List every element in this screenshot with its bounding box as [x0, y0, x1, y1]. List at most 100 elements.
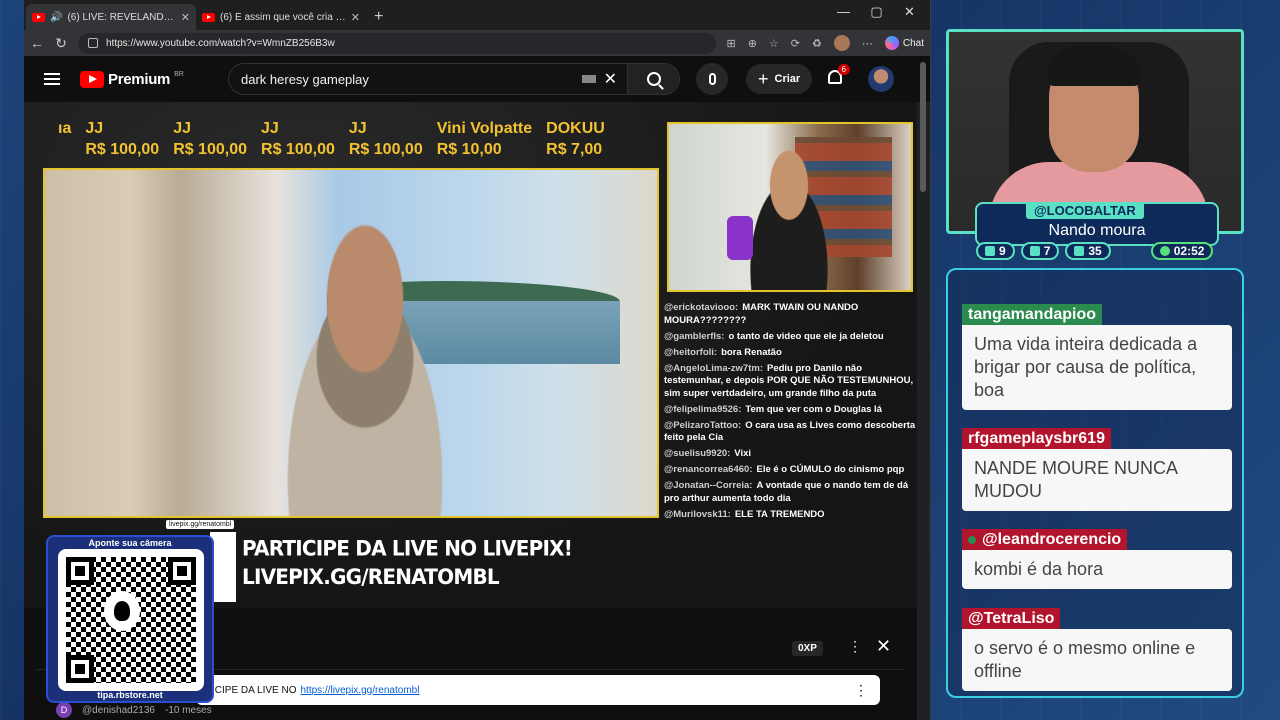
qr-center-logo [104, 591, 140, 631]
youtube-play-icon [80, 70, 104, 88]
donation-amount: R$ 10,00 [436, 141, 502, 158]
stream-chat-message: @erickotaviooo: MARK TWAIN OU NANDO MOURA… [664, 302, 916, 327]
voice-search-button[interactable] [696, 63, 728, 95]
commenter-name[interactable]: @denishad2136 [82, 705, 155, 716]
video-player[interactable]: ıa JJ R$ 100,00 JJ R$ 100,00 JJ R$ 100,00 JJ R$ … [24, 102, 917, 608]
close-tab-icon[interactable]: ✕ [351, 11, 360, 24]
reload-icon[interactable]: ↻ [54, 35, 68, 52]
pinned-link[interactable]: https://livepix.gg/renatombl [300, 685, 419, 696]
commenter-time: -10 meses [165, 704, 212, 716]
clear-search-icon[interactable]: ✕ [604, 69, 617, 89]
host-person [729, 134, 849, 290]
plus-icon: + [758, 68, 769, 89]
chat-user: @Murilovsk11: [664, 508, 731, 520]
create-button[interactable]: + Criar [746, 64, 813, 94]
qr-finder [66, 557, 94, 585]
donor-name: JJ [173, 120, 191, 137]
copilot-chat-button[interactable]: Chat [884, 36, 924, 50]
livepix-tooltip: livepix.gg/renatombl [166, 520, 235, 529]
create-label: Criar [774, 73, 801, 85]
xp-badge[interactable]: 0XP [792, 641, 823, 656]
chat-user: @Jonatan--Correia: [664, 480, 753, 491]
streamer-name: Nando moura [1048, 222, 1146, 239]
zoom-icon[interactable]: ⊕ [748, 37, 757, 50]
extensions-icon[interactable]: ⟳ [791, 37, 800, 50]
stream-chat-message: @PelizaroTattoo: O cara usa as Lives como… [664, 420, 916, 445]
commenter-avatar[interactable]: D [56, 702, 72, 718]
chat-username-wrap: @leandrocerencio [962, 529, 1128, 550]
more-options-icon[interactable]: ⋮ [848, 638, 862, 655]
keyboard-icon[interactable] [581, 75, 596, 83]
favorite-star-icon[interactable]: ☆ [769, 37, 779, 50]
guest-camera [43, 168, 659, 518]
pinned-text: ICIPE DA LIVE NO [212, 684, 297, 696]
apps-icon[interactable]: ⊞ [726, 37, 735, 50]
site-info-icon[interactable] [88, 38, 98, 48]
youtube-viewers-stat: 7 [1020, 242, 1060, 260]
pinned-menu-icon[interactable]: ⋮ [854, 682, 868, 699]
stats-row: 9 7 35 02:52 [976, 242, 1214, 260]
donor-name: ıa [58, 120, 72, 137]
pinned-message: ICIPE DA LIVE NO https://livepix.gg/rena… [196, 675, 880, 705]
chat-text: o servo é o mesmo online e offline [962, 629, 1232, 691]
chat-commenter: D @denishad2136 -10 meses [56, 702, 212, 718]
brand-label: Premium [108, 70, 171, 88]
host-microphone [727, 216, 753, 260]
profile-avatar[interactable] [833, 35, 850, 51]
notifications-button[interactable]: 6 [824, 64, 850, 90]
more-menu-icon[interactable]: ⋯ [862, 37, 873, 50]
chat-message-text: Vixi [734, 448, 752, 459]
close-tab-icon[interactable]: ✕ [181, 11, 190, 24]
close-chat-icon[interactable]: ✕ [876, 636, 891, 657]
qr-finder [66, 655, 94, 683]
donation-amount: R$ 100,00 [173, 141, 248, 158]
tab-perfil[interactable]: (6) É assim que você cria um perfil ✕ [196, 4, 366, 30]
chat-username: @leandrocerencio [982, 531, 1122, 548]
tab-live[interactable]: 🔊 (6) LIVE: REVELANDO NOVOS ✕ [26, 4, 196, 30]
stream-chat-message: @Jonatan--Correia: A vontade que o nando … [664, 480, 916, 505]
back-arrow-icon[interactable]: ← [30, 35, 44, 51]
donor-name: JJ [348, 120, 367, 137]
performance-icon[interactable]: ♻ [812, 37, 822, 50]
donation-item: Vini Volpatte R$ 10,00 [437, 118, 546, 164]
speaker-icon[interactable]: 🔊 [50, 12, 62, 23]
chat-text: kombi é da hora [962, 550, 1232, 589]
chat-message-text: bora Renatão [721, 346, 782, 358]
overlay-chat-message: rfgameplaysbr619 NANDE MOURE NUNCA MUDOU [962, 428, 1232, 511]
kick-icon [1074, 246, 1085, 256]
donation-item: JJ R$ 100,00 [349, 118, 437, 164]
toolbar-icons: ⊞ ⊕ ☆ ⟳ ♻ ⋯ Chat [726, 35, 924, 51]
streamer-handle: @LOCOBALTAR [1026, 202, 1144, 219]
qr-top-label: Aponte sua câmera [88, 538, 172, 548]
page-scrollbar[interactable] [920, 62, 926, 192]
new-tab-button[interactable]: + [366, 8, 391, 30]
chat-user: @gamblerfls: [664, 330, 725, 342]
search-icon [646, 72, 661, 86]
youtube-favicon-icon [202, 12, 215, 22]
donor-name: JJ [85, 120, 104, 137]
stat-value: 7 [1043, 244, 1051, 258]
qr-finder [168, 557, 196, 585]
chat-user: @suelisu9920: [664, 448, 731, 459]
search-input[interactable] [229, 64, 582, 94]
url-field[interactable]: https://www.youtube.com/watch?v=WmnZB256… [78, 32, 717, 54]
maximize-button[interactable]: ▢ [860, 4, 893, 20]
chat-text: NANDE MOURE NUNCA MUDOU [962, 449, 1232, 511]
minimize-button[interactable]: — [827, 4, 860, 20]
timer-stat: 02:52 [1150, 242, 1214, 260]
chat-label: Chat [902, 37, 924, 49]
stream-chat: @erickotaviooo: MARK TWAIN OU NANDO MOURA… [664, 302, 916, 525]
stream-chat-message: @heitorfoli: bora Renatão [664, 347, 916, 360]
youtube-icon [1029, 246, 1040, 256]
youtube-logo[interactable]: Premium BR [80, 70, 184, 88]
close-window-button[interactable]: ✕ [893, 4, 926, 20]
twitch-viewers-stat: 9 [976, 242, 1015, 260]
search-button[interactable] [627, 64, 679, 94]
menu-icon[interactable] [44, 73, 60, 85]
streamer-hair [1047, 46, 1141, 86]
chat-username: @TetraLiso [962, 608, 1061, 629]
head-icon [114, 601, 130, 621]
donation-item: JJ R$ 100,00 [85, 118, 173, 164]
account-avatar[interactable] [868, 66, 894, 92]
chat-username: tangamandapioo [962, 304, 1103, 325]
